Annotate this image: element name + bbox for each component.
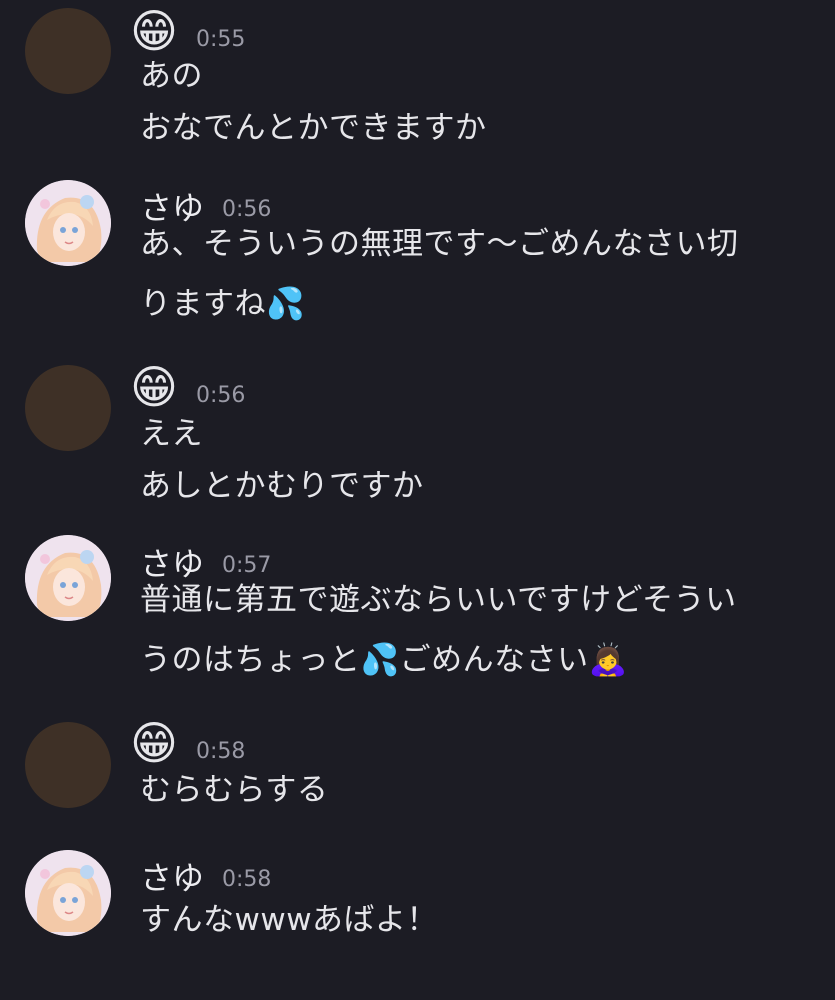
message-line: あしとかむりですか xyxy=(140,468,424,504)
message-line: すんなwwwあばよ！ xyxy=(140,902,439,938)
message-text: ええ あしとかむりですか xyxy=(140,408,800,512)
avatar[interactable] xyxy=(25,535,111,621)
avatar[interactable] xyxy=(25,722,111,808)
message-line: あ、そういうの無理です〜ごめんなさい切 xyxy=(140,226,739,262)
sender-name[interactable]: 😁 xyxy=(130,364,178,410)
message-line: うのはちょっと💦ごめんなさい🙇‍♀️ xyxy=(140,642,628,678)
message-line: りますね💦 xyxy=(140,286,306,322)
anime-avatar-icon xyxy=(25,180,111,266)
message-line: あの xyxy=(140,58,203,94)
message-text: 普通に第五で遊ぶならいいですけどそうい うのはちょっと💦ごめんなさい🙇‍♀️ xyxy=(140,570,800,690)
avatar[interactable] xyxy=(25,850,111,936)
message-line: ええ xyxy=(140,416,203,452)
message-text: すんなwwwあばよ！ xyxy=(140,894,800,946)
message-header: さゆ 0:58 xyxy=(140,846,271,894)
message-text: むらむらする xyxy=(140,764,800,816)
avatar[interactable] xyxy=(25,180,111,266)
message-line: 普通に第五で遊ぶならいいですけどそうい xyxy=(140,582,737,618)
timestamp: 0:56 xyxy=(195,383,246,408)
sender-name[interactable]: さゆ xyxy=(140,862,204,894)
message-text: あの おなでんとかできますか xyxy=(140,50,800,154)
message-text: あ、そういうの無理です〜ごめんなさい切 りますね💦 xyxy=(140,214,800,334)
anime-avatar-icon xyxy=(25,535,111,621)
anime-avatar-icon xyxy=(25,850,111,936)
avatar[interactable] xyxy=(25,8,111,94)
timestamp: 0:58 xyxy=(195,739,246,764)
message-header: 😁 0:56 xyxy=(130,362,246,410)
avatar[interactable] xyxy=(25,365,111,451)
sender-name[interactable]: 😁 xyxy=(130,720,178,766)
message-header: 😁 0:58 xyxy=(130,718,246,766)
sender-name[interactable]: 😁 xyxy=(130,8,178,54)
message-line: おなでんとかできますか xyxy=(140,110,487,146)
timestamp: 0:58 xyxy=(222,867,272,892)
message-line: むらむらする xyxy=(140,772,329,808)
message-header: 😁 0:55 xyxy=(130,6,245,54)
